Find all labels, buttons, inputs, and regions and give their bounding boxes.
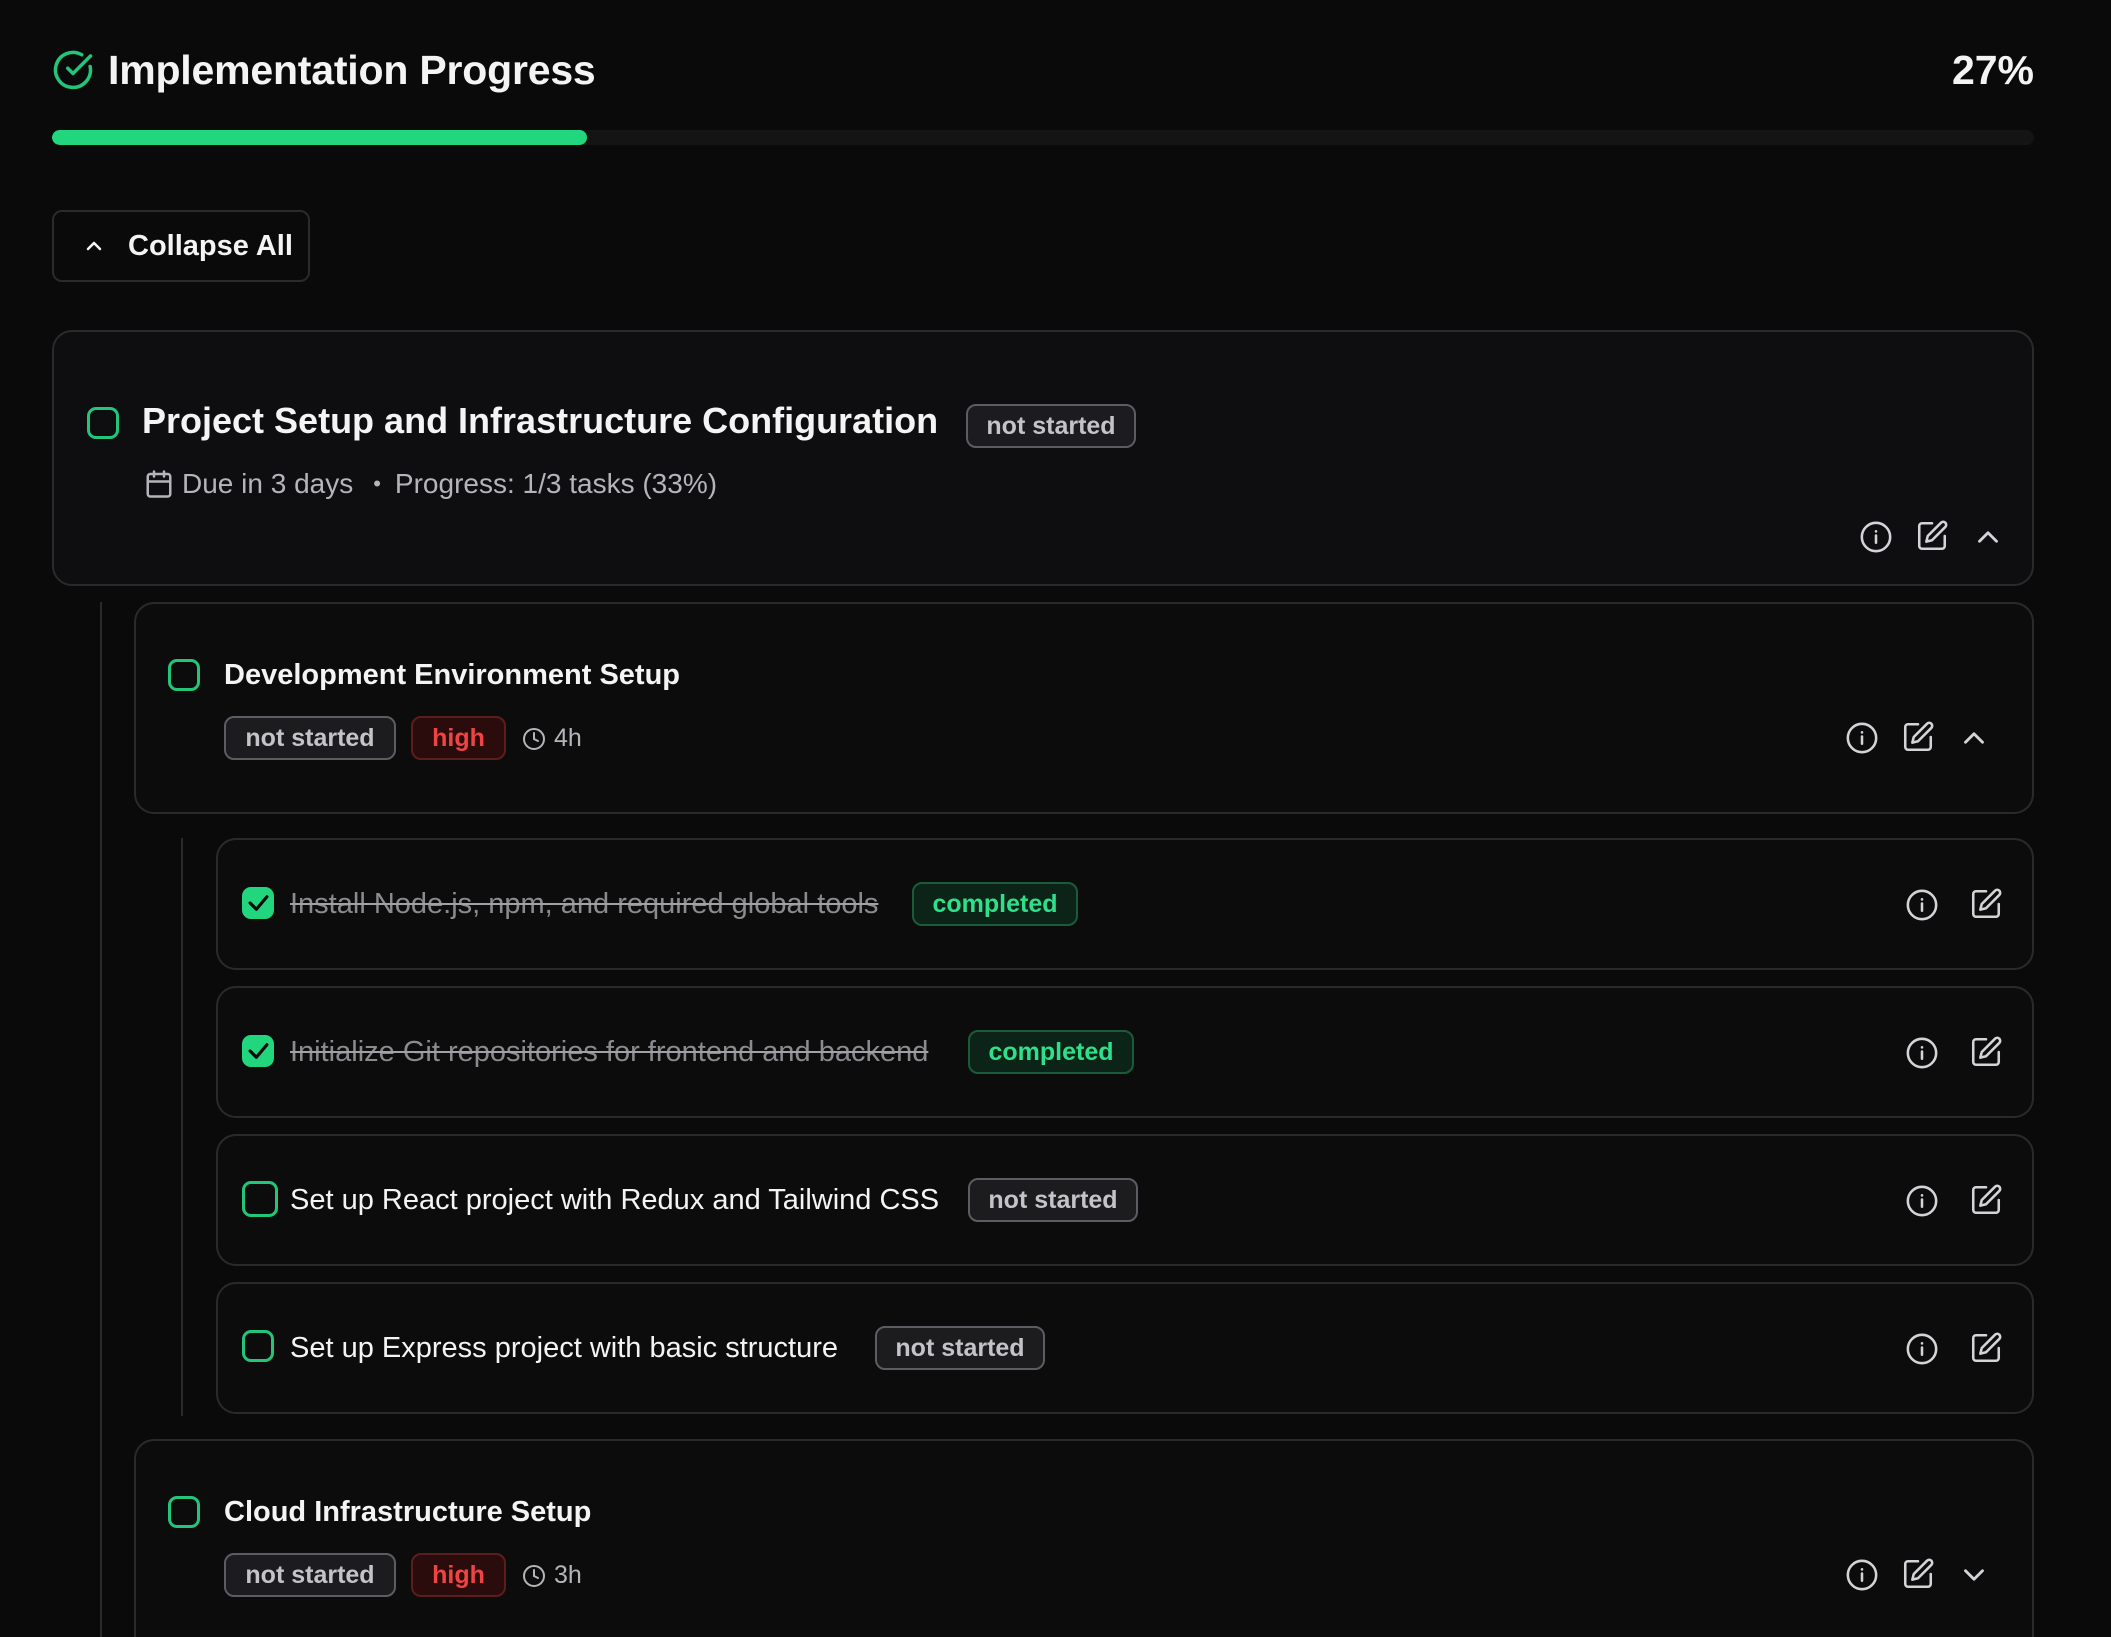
group-status-badge: not started <box>224 1553 396 1597</box>
info-icon[interactable] <box>1905 1184 1939 1218</box>
progress-header: Implementation Progress 27% <box>52 44 2034 96</box>
task-checkbox-checked[interactable] <box>242 887 274 919</box>
checkmark-icon <box>248 895 269 911</box>
info-icon[interactable] <box>1845 1558 1879 1592</box>
collapse-all-label: Collapse All <box>128 229 293 262</box>
tree-line-phase <box>100 602 102 1637</box>
edit-icon[interactable] <box>1901 1557 1935 1591</box>
edit-icon[interactable] <box>1969 1183 2003 1217</box>
clock-icon <box>523 727 545 750</box>
info-icon[interactable] <box>1905 1332 1939 1366</box>
progress-bar-fill <box>52 130 588 145</box>
chevron-up-icon[interactable] <box>1971 520 2005 554</box>
info-icon[interactable] <box>1845 721 1879 755</box>
phase-due: Due in 3 days <box>182 468 354 499</box>
group-card: Cloud Infrastructure Setup not started h… <box>134 1439 2034 1637</box>
task-status-badge: not started <box>968 1178 1138 1222</box>
phase-checkbox[interactable] <box>87 407 119 439</box>
task-title: Install Node.js, npm, and required globa… <box>290 888 879 920</box>
task-status-badge: not started <box>875 1326 1045 1370</box>
page-title: Implementation Progress <box>108 46 596 93</box>
clock-icon <box>523 1564 545 1587</box>
chevron-up-icon[interactable] <box>1957 721 1991 755</box>
group-title: Development Environment Setup <box>224 659 681 691</box>
estimate: 4h <box>522 724 582 753</box>
edit-icon[interactable] <box>1969 1035 2003 1069</box>
tree-line-group <box>181 838 183 1416</box>
chevron-up-icon <box>86 241 102 251</box>
checkmark-icon <box>248 1043 269 1059</box>
check-circle-icon <box>52 49 94 91</box>
group-status-badge: not started <box>224 716 396 760</box>
chevron-down-icon[interactable] <box>1957 1558 1991 1592</box>
calendar-icon <box>146 470 172 498</box>
task-card: Install Node.js, npm, and required globa… <box>216 838 2034 970</box>
group-title: Cloud Infrastructure Setup <box>224 1496 592 1528</box>
task-title: Set up React project with Redux and Tail… <box>290 1184 940 1216</box>
phase-progress: Progress: 1/3 tasks (33%) <box>394 468 718 499</box>
group-checkbox[interactable] <box>168 659 200 691</box>
phase-status-badge: not started <box>966 404 1136 448</box>
estimate: 3h <box>522 1561 582 1590</box>
task-status-badge: completed <box>912 882 1078 926</box>
task-checkbox-checked[interactable] <box>242 1035 274 1067</box>
progress-percent: 27% <box>1951 46 2034 93</box>
edit-icon[interactable] <box>1969 887 2003 921</box>
task-title: Set up Express project with basic struct… <box>290 1332 839 1364</box>
info-icon[interactable] <box>1859 520 1893 554</box>
task-card: Set up Express project with basic struct… <box>216 1282 2034 1414</box>
info-icon[interactable] <box>1905 888 1939 922</box>
task-card: Set up React project with Redux and Tail… <box>216 1134 2034 1266</box>
meta-separator: • <box>373 471 381 496</box>
task-status-badge: completed <box>968 1030 1134 1074</box>
task-card: Initialize Git repositories for frontend… <box>216 986 2034 1118</box>
progress-bar <box>52 130 2034 145</box>
phase-meta: Due in 3 days • Progress: 1/3 tasks (33%… <box>144 468 717 500</box>
priority-badge: high <box>411 1553 506 1597</box>
implementation-progress-panel: Implementation Progress 27% Collapse All… <box>0 0 2111 1637</box>
task-checkbox[interactable] <box>242 1181 278 1217</box>
phase-card: Project Setup and Infrastructure Configu… <box>52 330 2034 586</box>
collapse-all-button[interactable]: Collapse All <box>52 210 310 282</box>
task-checkbox[interactable] <box>242 1330 274 1362</box>
priority-badge: high <box>411 716 506 760</box>
info-icon[interactable] <box>1905 1036 1939 1070</box>
task-title: Initialize Git repositories for frontend… <box>290 1036 929 1068</box>
group-checkbox[interactable] <box>168 1496 200 1528</box>
edit-icon[interactable] <box>1969 1331 2003 1365</box>
edit-icon[interactable] <box>1901 720 1935 754</box>
edit-icon[interactable] <box>1915 519 1949 553</box>
estimate-label: 3h <box>554 1561 582 1589</box>
estimate-label: 4h <box>554 724 582 752</box>
group-card: Development Environment Setup not starte… <box>134 602 2034 814</box>
phase-title: Project Setup and Infrastructure Configu… <box>142 400 939 441</box>
